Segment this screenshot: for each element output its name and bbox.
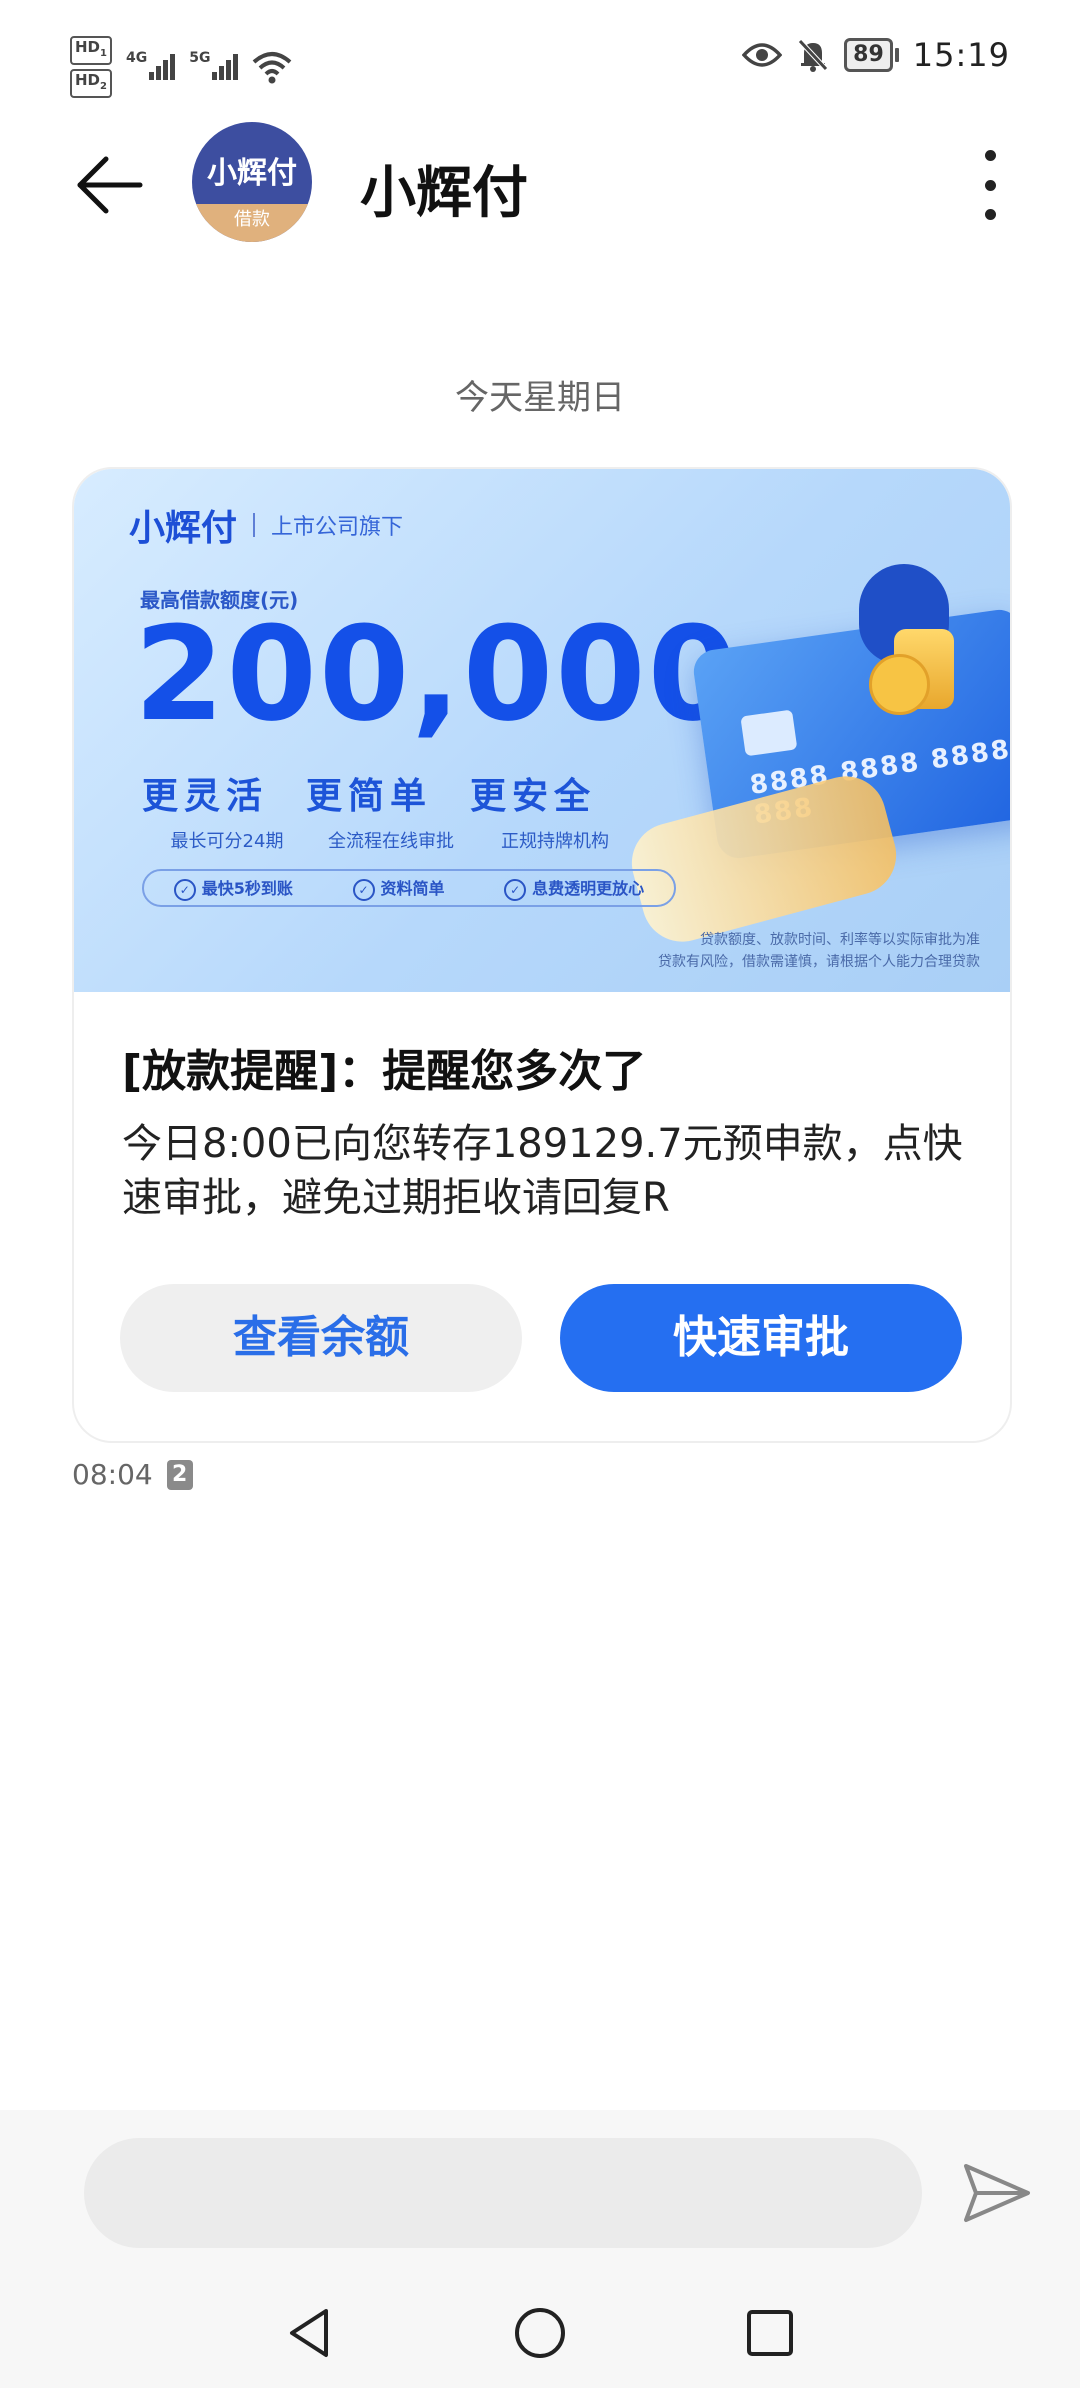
contact-title[interactable]: 小辉付: [360, 148, 528, 229]
back-arrow-icon[interactable]: [70, 145, 150, 225]
sim-card-badge: 2: [166, 1459, 193, 1490]
nav-home-icon[interactable]: [510, 2303, 570, 2363]
hd-2-badge: HD2: [70, 69, 112, 98]
hd-1-badge: HD1: [70, 36, 112, 65]
message-input[interactable]: [84, 2138, 922, 2248]
send-icon[interactable]: [962, 2162, 1032, 2224]
banner-amount: 200,000: [134, 598, 741, 750]
benefit-chip: 资料简单: [353, 875, 445, 901]
signal-5g-icon: 5G: [189, 50, 239, 80]
banner-disclaimer: 贷款额度、放款时间、利率等以实际审批为准 贷款有风险，借款需谨慎，请根据个人能力…: [658, 932, 980, 970]
clock: 15:19: [912, 36, 1010, 74]
banner-image[interactable]: 小辉付 上市公司旗下 最高借款额度(元) 200,000 8888 8888 8…: [74, 469, 1010, 992]
avatar-subtext: 借款: [192, 204, 312, 242]
status-bar: HD1 HD2 4G 5G 89 15:19: [0, 0, 1080, 120]
system-navigation-bar: [0, 2278, 1080, 2388]
avatar[interactable]: 小辉付 借款: [192, 122, 312, 242]
battery-level: 89: [844, 38, 893, 72]
message-time: 08:04: [72, 1458, 153, 1491]
avatar-text: 小辉付: [207, 156, 297, 191]
banner-brand-tag: 上市公司旗下: [271, 515, 404, 540]
status-left: HD1 HD2 4G 5G: [70, 36, 292, 98]
benefit-chip: 最快5秒到账: [174, 875, 293, 901]
nav-back-icon[interactable]: [280, 2303, 340, 2363]
message-card[interactable]: 小辉付 上市公司旗下 最高借款额度(元) 200,000 8888 8888 8…: [72, 467, 1012, 1443]
signal-4g-icon: 4G: [126, 50, 176, 80]
bell-muted-icon: [798, 39, 828, 72]
message-body: 今日8:00已向您转存189129.7元预申款，点快速审批，避免过期拒收请回复R: [122, 1121, 963, 1221]
compose-bar: [0, 2110, 1080, 2278]
banner-brand: 小辉付 上市公司旗下: [129, 499, 403, 551]
banner-brand-name: 小辉付: [129, 508, 238, 549]
more-options-icon[interactable]: [970, 150, 1010, 220]
benefit-chips: 最快5秒到账 资料简单 息费透明更放心: [142, 869, 676, 907]
nav-recent-apps-icon[interactable]: [740, 2303, 800, 2363]
eye-icon: [742, 43, 783, 67]
benefit-chip: 息费透明更放心: [504, 875, 644, 901]
status-right: 89 15:19: [742, 36, 1010, 74]
message-title: [放款提醒]：提醒您多次了: [122, 1046, 647, 1097]
conversation-header: 小辉付 借款 小辉付: [0, 120, 1080, 250]
battery-icon: 89: [844, 38, 899, 72]
coin-icon: [869, 654, 930, 715]
date-separator: 今天星期日: [455, 378, 625, 418]
wifi-icon: [253, 52, 292, 84]
hd-indicators: HD1 HD2: [70, 36, 112, 98]
quick-approve-button[interactable]: 快速审批: [560, 1284, 962, 1392]
check-balance-button[interactable]: 查看余额: [120, 1284, 522, 1392]
message-timestamp: 08:04 2: [72, 1458, 193, 1491]
feature-secure: 更安全 正规持牌机构: [470, 776, 609, 852]
